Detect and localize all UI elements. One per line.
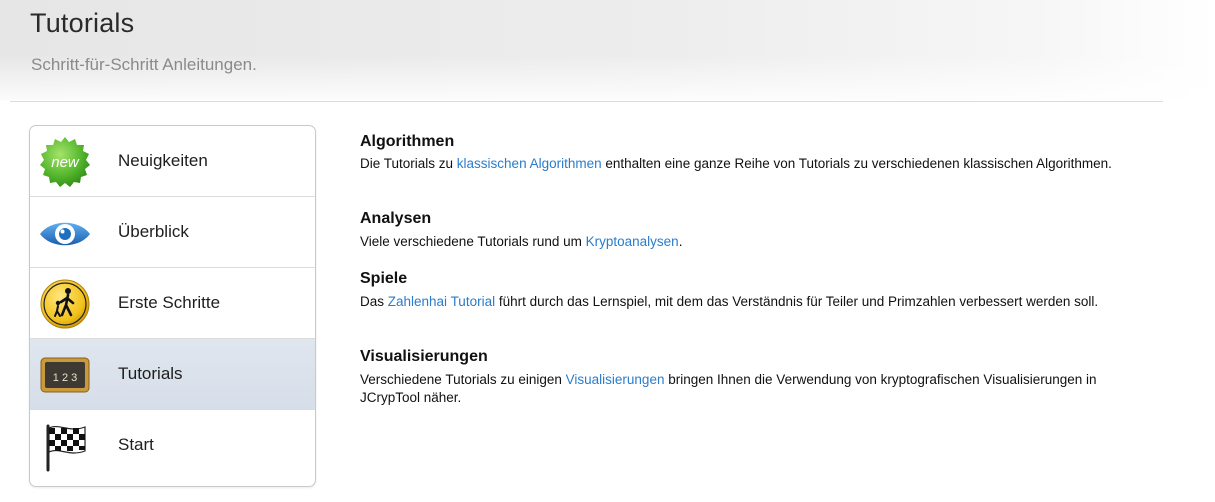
pedestrian-sign-icon [40, 279, 90, 329]
sidebar-item-start[interactable]: Start [30, 410, 315, 481]
text-fragment: . [678, 234, 683, 249]
sidebar-item-erste-schritte[interactable]: Erste Schritte [30, 268, 315, 339]
sidebar-item-label: Überblick [118, 222, 189, 241]
section-heading-spiele: Spiele [360, 270, 408, 287]
section-text-analysen: Viele verschiedene Tutorials rund um Kry… [360, 233, 1160, 251]
section-heading-visualisierungen: Visualisierungen [360, 348, 488, 365]
section-text-visualisierungen: Verschiedene Tutorials zu einigen Visual… [360, 371, 1160, 407]
checkered-flag-icon [46, 424, 86, 472]
svg-text:new: new [51, 154, 80, 171]
sidebar-nav: new Neuigkeiten Überblick Erste Schritte… [29, 125, 316, 487]
eye-icon [40, 222, 90, 246]
section-heading-algorithmen: Algorithmen [360, 133, 455, 150]
sidebar-item-tutorials[interactable]: 1 2 3 Tutorials [30, 339, 315, 410]
text-fragment: Das [360, 294, 388, 309]
sidebar-item-label: Tutorials [118, 364, 183, 383]
page-title: Tutorials [30, 8, 135, 38]
sidebar-item-label: Start [118, 435, 154, 454]
text-fragment: Verschiedene Tutorials zu einigen [360, 372, 566, 387]
section-text-spiele: Das Zahlenhai Tutorial führt durch das L… [360, 293, 1160, 311]
text-fragment: führt durch das Lernspiel, mit dem das V… [495, 294, 1099, 309]
text-fragment: enthalten eine ganze Reihe von Tutorials… [601, 156, 1112, 171]
link-zahlenhai-tutorial[interactable]: Zahlenhai Tutorial [388, 294, 495, 309]
sidebar-item-neuigkeiten[interactable]: new Neuigkeiten [30, 126, 315, 197]
section-text-algorithmen: Die Tutorials zu klassischen Algorithmen… [360, 155, 1160, 173]
page-subtitle: Schritt-für-Schritt Anleitungen. [31, 55, 257, 74]
sidebar-item-label: Neuigkeiten [118, 151, 208, 170]
link-klassische-algorithmen[interactable]: klassischen Algorithmen [457, 156, 602, 171]
text-fragment: Die Tutorials zu [360, 156, 457, 171]
text-fragment: Viele verschiedene Tutorials rund um [360, 234, 586, 249]
new-badge-icon: new [40, 137, 90, 187]
svg-text:1 2 3: 1 2 3 [53, 372, 77, 384]
header-divider [10, 101, 1163, 102]
sidebar-item-ueberblick[interactable]: Überblick [30, 197, 315, 268]
link-visualisierungen[interactable]: Visualisierungen [566, 372, 665, 387]
sidebar-item-label: Erste Schritte [118, 293, 221, 312]
link-kryptoanalysen[interactable]: Kryptoanalysen [586, 234, 679, 249]
chalkboard-icon: 1 2 3 [40, 357, 90, 393]
section-heading-analysen: Analysen [360, 210, 432, 227]
header-fade [0, 0, 1215, 100]
